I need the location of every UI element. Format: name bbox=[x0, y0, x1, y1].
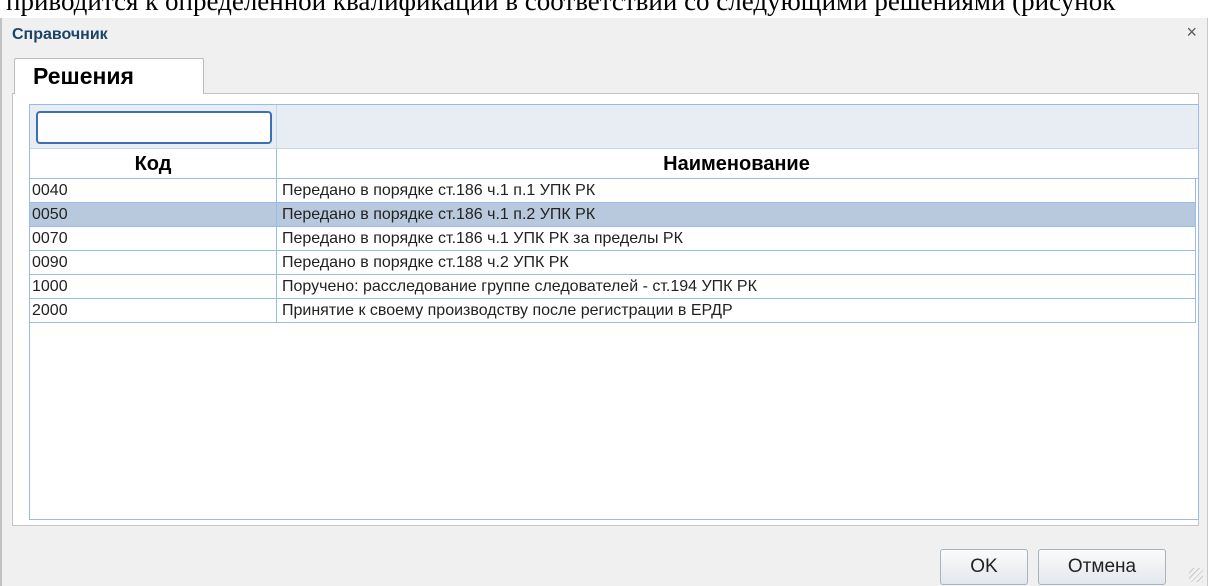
row-name-cell: Передано в порядке ст.186 ч.1 п.1 УПК РК bbox=[282, 182, 596, 199]
row-code-cell: 0070 bbox=[32, 230, 68, 247]
row-code-cell: 2000 bbox=[32, 302, 68, 319]
table-row[interactable]: 2000 Принятие к своему производству после… bbox=[30, 299, 1196, 323]
column-header-code[interactable]: Код bbox=[30, 149, 276, 178]
row-divider bbox=[276, 275, 277, 298]
grid-header: Код Наименование bbox=[30, 149, 1198, 179]
table-row[interactable]: 0070 Передано в порядке ст.186 ч.1 УПК РК… bbox=[30, 227, 1196, 251]
close-icon[interactable]: × bbox=[1186, 22, 1197, 43]
row-code-cell: 0090 bbox=[32, 254, 68, 271]
table-row[interactable]: 0090 Передано в порядке ст.188 ч.2 УПК РК bbox=[30, 251, 1196, 275]
column-header-name[interactable]: Наименование bbox=[277, 149, 1196, 178]
decisions-grid: Код Наименование 0040 Передано в порядке … bbox=[29, 104, 1199, 520]
row-name-cell: Передано в порядке ст.186 ч.1 п.2 УПК РК bbox=[282, 206, 596, 223]
row-divider bbox=[276, 203, 277, 226]
document-text-strip: приводится к определенной квалификации в… bbox=[0, 0, 1209, 20]
cancel-button[interactable]: Отмена bbox=[1038, 549, 1166, 585]
table-row[interactable]: 1000 Поручено: расследование группе следо… bbox=[30, 275, 1196, 299]
table-row[interactable]: 0050 Передано в порядке ст.186 ч.1 п.2 УП… bbox=[30, 203, 1196, 227]
row-name-cell: Передано в порядке ст.186 ч.1 УПК РК за … bbox=[282, 230, 683, 247]
row-code-cell: 0050 bbox=[32, 206, 68, 223]
filter-row bbox=[30, 105, 1198, 149]
row-name-cell: Передано в порядке ст.188 ч.2 УПК РК bbox=[282, 254, 569, 271]
row-divider bbox=[276, 299, 277, 322]
reference-dialog: Справочник × Решения Код Наименование 00… bbox=[0, 18, 1208, 586]
ok-button[interactable]: OK bbox=[940, 549, 1028, 585]
document-text: приводится к определенной квалификации в… bbox=[6, 0, 1116, 16]
table-row[interactable]: 0040 Передано в порядке ст.186 ч.1 п.1 УП… bbox=[30, 179, 1196, 203]
tab-decisions[interactable]: Решения bbox=[14, 58, 204, 94]
row-divider bbox=[276, 227, 277, 250]
grid-rows: 0040 Передано в порядке ст.186 ч.1 п.1 УП… bbox=[30, 179, 1196, 323]
row-name-cell: Поручено: расследование группе следовате… bbox=[282, 278, 757, 295]
row-divider bbox=[276, 179, 277, 202]
row-divider bbox=[276, 251, 277, 274]
row-code-cell: 1000 bbox=[32, 278, 68, 295]
tab-panel: Код Наименование 0040 Передано в порядке … bbox=[12, 93, 1199, 526]
resize-grip-icon[interactable] bbox=[1189, 568, 1203, 582]
row-name-cell: Принятие к своему производству после рег… bbox=[282, 302, 733, 319]
filter-column-divider bbox=[276, 105, 277, 148]
code-filter-input[interactable] bbox=[36, 111, 272, 144]
dialog-title: Справочник bbox=[12, 26, 108, 43]
row-code-cell: 0040 bbox=[32, 182, 68, 199]
